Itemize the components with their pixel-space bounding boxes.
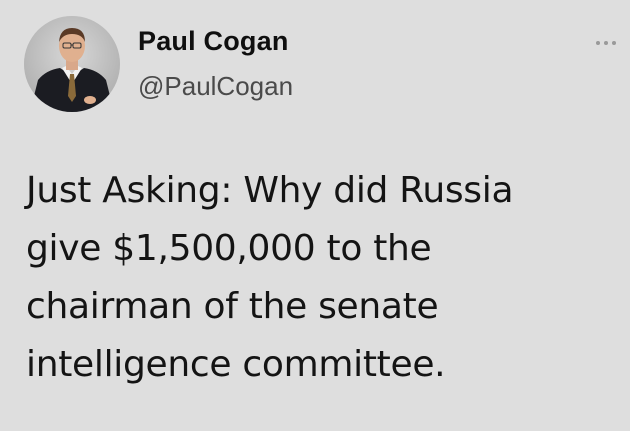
more-options-icon[interactable] <box>592 36 622 50</box>
tweet-text-line: give $1,500,000 to the <box>26 228 432 269</box>
tweet-text: Just Asking: Why did Russia give $1,500,… <box>26 162 616 394</box>
author-display-name[interactable]: Paul Cogan <box>138 26 289 57</box>
tweet-text-line: chairman of the senate <box>26 286 439 327</box>
more-dot <box>612 41 616 45</box>
tweet-text-line: intelligence committee. <box>26 344 446 385</box>
profile-photo-icon <box>24 16 120 112</box>
author-handle[interactable]: @PaulCogan <box>138 71 293 102</box>
tweet-text-line: Just Asking: Why did Russia <box>26 170 514 211</box>
more-dot <box>604 41 608 45</box>
more-dot <box>596 41 600 45</box>
tweet-card: Paul Cogan @PaulCogan Just Asking: Why d… <box>0 0 630 431</box>
author-avatar[interactable] <box>24 16 120 112</box>
